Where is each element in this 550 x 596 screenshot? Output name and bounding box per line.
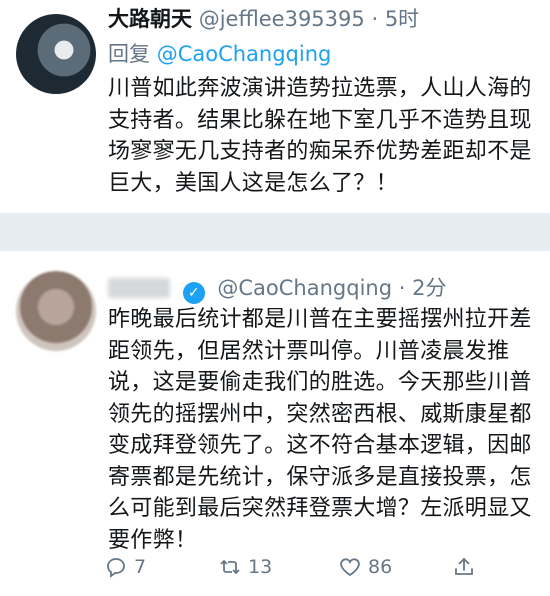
reply-button[interactable]: 7 [104,551,146,583]
blurred-display-name[interactable] [108,278,170,298]
tweet-reply[interactable]: 大路朝天 @jefflee395395 · 5时 回复 @CaoChangqin… [0,0,550,213]
reply-to-link[interactable]: @CaoChangqing [157,42,332,66]
share-button[interactable] [452,551,482,583]
timestamp[interactable]: 2分 [412,276,446,300]
avatar[interactable] [16,271,96,351]
divider [0,213,550,251]
separator-dot: · [371,7,379,31]
reply-count: 7 [134,556,147,578]
user-handle[interactable]: @jefflee395395 [199,7,365,31]
retweet-count: 13 [248,556,273,578]
reply-icon [107,558,125,578]
heart-icon [340,558,360,577]
reply-context: 回复 @CaoChangqing [108,38,331,68]
action-bar: 7 13 86 [104,551,544,583]
verified-badge-icon: ✓ [182,282,205,304]
reply-prefix: 回复 [108,42,150,66]
retweet-button[interactable]: 13 [218,551,272,583]
retweet-icon [220,560,240,574]
tweet-header: 大路朝天 @jefflee395395 · 5时 [108,6,419,32]
tweet-text: 川普如此奔波演讲造势拉选票，人山人海的支持者。结果比躲在地下室几乎不造势且现场寥… [108,76,532,196]
like-count: 86 [368,556,393,578]
separator-dot: · [398,276,406,300]
timestamp[interactable]: 5时 [385,7,419,31]
avatar[interactable] [16,14,96,94]
tweet-header: ✓ @CaoChangqing · 2分 [108,275,446,304]
user-handle[interactable]: @CaoChangqing [217,276,392,300]
share-icon [455,557,473,575]
tweet-text: 昨晚最后统计都是川普在主要摇摆州拉开差距领先，但居然计票叫停。川普凌晨发推说，这… [108,307,532,553]
like-button[interactable]: 86 [338,551,392,583]
display-name[interactable]: 大路朝天 [108,7,192,31]
tweet-main[interactable]: ✓ @CaoChangqing · 2分 昨晚最后统计都是川普在主要摇摆州拉开差… [0,251,550,596]
